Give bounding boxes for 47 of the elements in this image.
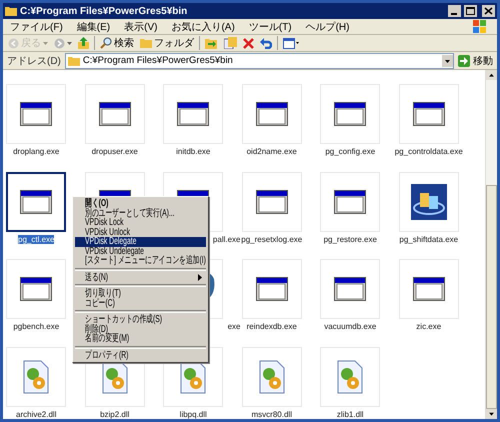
folders-button[interactable]: フォルダ [137, 36, 197, 50]
context-menu-item[interactable]: VPDisk Delegate [75, 237, 206, 246]
context-menu-item[interactable]: 別のユーザーとして実行(A)... [75, 208, 206, 218]
file-name: pg_ctl.exe [18, 234, 54, 244]
menu-item[interactable]: お気に入り(A) [164, 18, 242, 36]
file-name: oid2name.exe [246, 147, 297, 156]
file-name: msvcr80.dll [252, 410, 292, 418]
window-title: C:¥Program Files¥PowerGres5¥bin [20, 6, 188, 16]
context-menu-item[interactable]: VPDisk Unlock [75, 228, 206, 237]
file-name: zlib1.dll [336, 410, 364, 418]
menu-item[interactable]: ヘルプ(H) [298, 18, 356, 36]
file-name: pall.exe [212, 234, 240, 244]
file-name: pgbench.exe [13, 322, 60, 331]
file-name: initdb.exe [176, 147, 210, 156]
file-name: exe [228, 322, 240, 331]
file-name: vacuumdb.exe [324, 322, 376, 331]
menu-item[interactable]: ファイル(F) [3, 18, 70, 36]
menu-item[interactable]: 編集(E) [70, 18, 118, 36]
file-name: pg_resetxlog.exe [241, 234, 302, 244]
file-name: libpq.dll [180, 410, 207, 418]
search-button[interactable]: 検索 [97, 36, 137, 50]
context-menu-item[interactable]: コピー(C) [75, 298, 206, 308]
file-name: pg_restore.exe [324, 234, 377, 244]
context-menu-item[interactable]: 切り取り(T) [75, 289, 206, 298]
context-menu-item[interactable]: [スタート] メニューにアイコンを追加(I) [75, 256, 206, 266]
file-name: zic.exe [416, 322, 442, 331]
address-label: アドレス(D) [6, 54, 62, 68]
file-name: archive2.dll [16, 410, 56, 418]
context-menu-item[interactable]: 送る(N) [75, 272, 206, 282]
context-menu-item[interactable]: プロパティ(R) [75, 350, 206, 360]
context-menu-item[interactable]: VPDisk Lock [75, 218, 206, 228]
file-name: pg_shiftdata.exe [399, 234, 458, 244]
menu-item[interactable]: ツール(T) [242, 18, 299, 36]
address-field[interactable]: C:¥Program Files¥PowerGres5¥bin [64, 52, 454, 68]
context-menu-item[interactable]: VPDisk Undelegate [75, 246, 206, 256]
menu-item[interactable]: 表示(V) [117, 18, 164, 36]
context-menu-item[interactable]: ショートカットの作成(S) [75, 315, 206, 324]
file-name: pg_config.exe [325, 147, 376, 156]
file-name: droplang.exe [13, 147, 60, 156]
file-name: bzip2.dll [100, 410, 130, 418]
file-name: dropuser.exe [92, 147, 138, 156]
context-menu-item[interactable]: 開く(O) [75, 199, 206, 208]
file-name: reindexdb.exe [246, 322, 297, 331]
file-name: pg_controldata.exe [394, 147, 463, 156]
go-button[interactable]: 移動 [454, 54, 497, 68]
context-menu-item[interactable]: 名前の変更(M) [75, 334, 206, 344]
context-menu-item[interactable]: 削除(D) [75, 324, 206, 334]
